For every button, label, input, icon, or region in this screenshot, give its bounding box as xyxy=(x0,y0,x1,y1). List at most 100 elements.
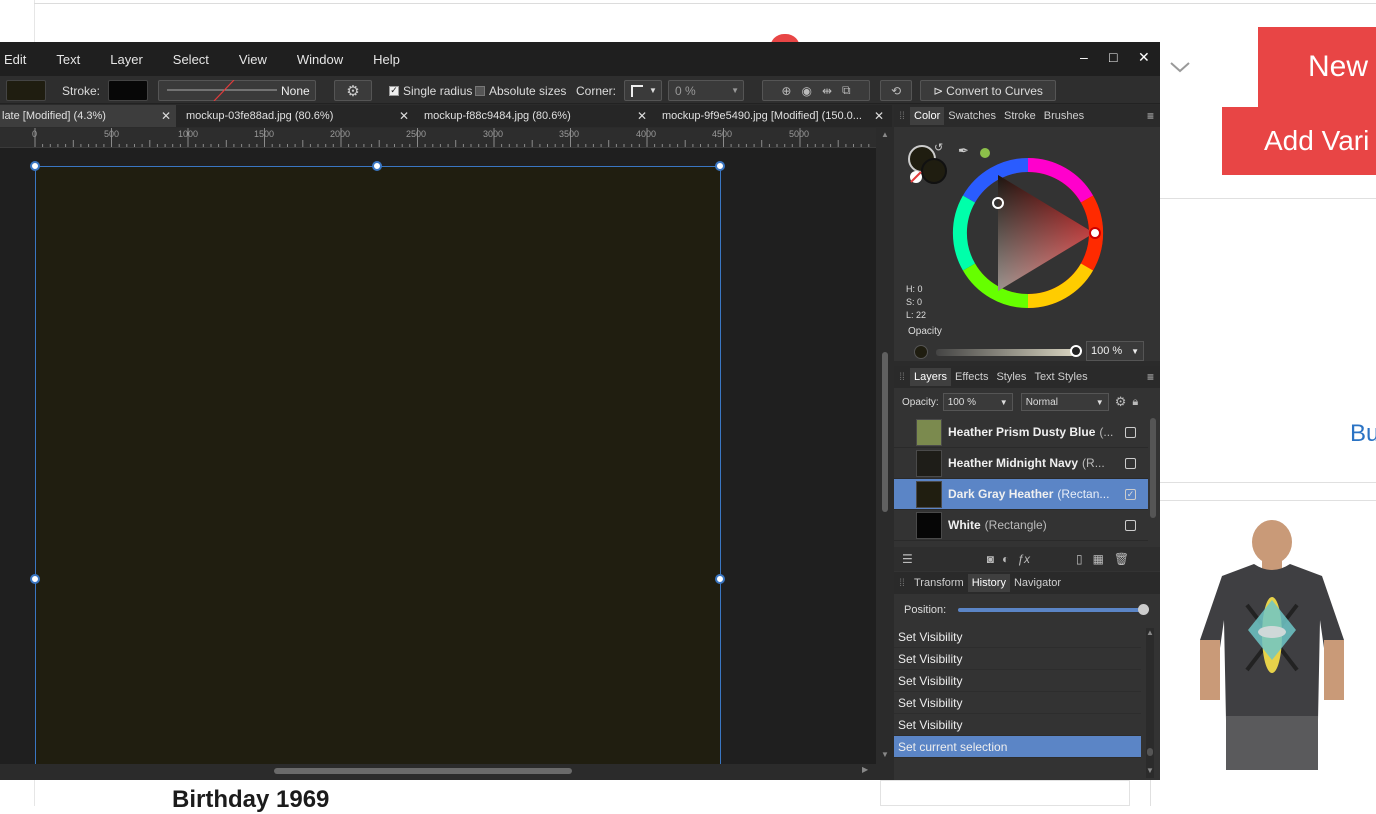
menu-select[interactable]: Select xyxy=(158,52,224,67)
tab-document-4[interactable]: mockup-9f9e5490.jpg [Modified] (150.0... xyxy=(662,105,868,127)
history-position-slider[interactable] xyxy=(958,608,1144,612)
maximize-icon[interactable]: □ xyxy=(1109,49,1117,65)
menu-layer[interactable]: Layer xyxy=(95,52,158,67)
tshirt-product-image[interactable] xyxy=(1192,520,1352,770)
history-entry[interactable]: Set Visibility xyxy=(894,714,1141,736)
grid-icon[interactable]: ▦ xyxy=(1093,552,1104,566)
tab-styles[interactable]: Styles xyxy=(992,368,1030,386)
adjustment-icon[interactable]: ◐ xyxy=(1002,552,1009,566)
panel-menu-icon[interactable]: ≡ xyxy=(1147,109,1154,123)
history-scroll-thumb[interactable] xyxy=(1147,748,1153,756)
document-canvas[interactable] xyxy=(0,148,876,764)
tab-document-1[interactable]: late [Modified] (4.3%) xyxy=(0,105,176,127)
tab-history[interactable]: History xyxy=(967,574,1010,592)
corner-type-dropdown[interactable]: ▼ xyxy=(624,80,662,101)
swap-icon[interactable]: ↺ xyxy=(934,141,943,154)
close-tab-icon[interactable]: ✕ xyxy=(399,109,409,123)
resize-handle[interactable] xyxy=(30,574,40,584)
history-entry[interactable]: Set Visibility xyxy=(894,670,1141,692)
layer-opacity-field[interactable]: 100 % ▼ xyxy=(942,393,1013,411)
history-scrollbar[interactable]: ▲ ▼ xyxy=(1146,628,1154,778)
resize-handle[interactable] xyxy=(30,161,40,171)
single-radius-toggle[interactable]: ✓ Single radius xyxy=(389,80,472,101)
new-button[interactable]: New xyxy=(1258,27,1376,107)
history-slider-knob[interactable] xyxy=(1138,604,1149,615)
product-title[interactable]: Birthday 1969 xyxy=(172,786,329,814)
mask-icon[interactable]: ◙ xyxy=(987,552,994,566)
scroll-down-icon[interactable]: ▼ xyxy=(1146,766,1154,775)
visibility-checkbox[interactable]: ✓ xyxy=(1125,488,1136,500)
history-entry[interactable]: Set Visibility xyxy=(894,692,1141,714)
blend-mode-dropdown[interactable]: Normal ▼ xyxy=(1020,393,1109,411)
opacity-slider-knob[interactable] xyxy=(1070,345,1082,357)
tab-document-3[interactable]: mockup-f88c9484.jpg (80.6%) xyxy=(424,105,624,127)
scroll-down-icon[interactable]: ▼ xyxy=(881,750,889,759)
eye-icon[interactable]: ◉ xyxy=(801,84,811,98)
layer-row[interactable]: Heather Prism Dusty Blue (... xyxy=(894,417,1148,448)
panel-grip-icon[interactable]: ⁞⁞ xyxy=(894,578,910,589)
menu-window[interactable]: Window xyxy=(282,52,358,67)
menu-text[interactable]: Text xyxy=(41,52,95,67)
visibility-checkbox[interactable] xyxy=(1125,426,1136,438)
vertical-scrollbar[interactable]: ▲ ▼ xyxy=(878,128,892,764)
selected-artboard-rectangle[interactable] xyxy=(35,166,721,764)
tab-text-styles[interactable]: Text Styles xyxy=(1030,368,1091,386)
panel-grip-icon[interactable]: ⁞⁞ xyxy=(894,372,910,383)
panel-grip-icon[interactable]: ⁞⁞ xyxy=(894,111,910,122)
opacity-value-field[interactable]: 100 % ▼ xyxy=(1086,341,1144,361)
tab-effects[interactable]: Effects xyxy=(951,368,992,386)
resize-handle[interactable] xyxy=(715,161,725,171)
constraints-icon[interactable]: ⧉ xyxy=(842,83,851,98)
history-entry[interactable]: Set Visibility xyxy=(894,626,1141,648)
add-variant-button[interactable]: Add Vari xyxy=(1222,107,1376,175)
resize-handle[interactable] xyxy=(715,574,725,584)
settings-gear-button[interactable]: ⚙ xyxy=(334,80,372,101)
checkbox-icon[interactable] xyxy=(475,85,485,96)
layer-row-selected[interactable]: Dark Gray Heather (Rectan... ✓ xyxy=(894,479,1148,510)
trash-icon[interactable]: 🗑︎ xyxy=(1114,552,1129,566)
gear-icon[interactable]: ⚙ xyxy=(1115,394,1127,410)
horizontal-ruler[interactable]: 0 500 1000 1500 2000 2500 3000 3500 4000… xyxy=(0,128,876,148)
fx-icon[interactable]: ƒx xyxy=(1017,552,1030,566)
close-tab-icon[interactable]: ✕ xyxy=(161,109,171,123)
tab-stroke[interactable]: Stroke xyxy=(1000,107,1040,125)
target-icon[interactable]: ⊕ xyxy=(781,84,791,98)
distribute-icon[interactable]: ⇹ xyxy=(822,84,832,98)
new-page-icon[interactable]: ▯ xyxy=(1076,552,1083,566)
menu-edit[interactable]: Edit xyxy=(0,52,41,67)
horizontal-scrollbar[interactable]: ▶ xyxy=(0,764,876,778)
absolute-sizes-toggle[interactable]: Absolute sizes xyxy=(475,80,566,101)
menu-view[interactable]: View xyxy=(224,52,282,67)
tab-document-2[interactable]: mockup-03fe88ad.jpg (80.6%) xyxy=(186,105,386,127)
close-tab-icon[interactable]: ✕ xyxy=(874,109,884,123)
scroll-up-icon[interactable]: ▲ xyxy=(881,130,889,139)
opacity-slider[interactable] xyxy=(936,349,1076,356)
fill-swatch[interactable] xyxy=(6,80,46,101)
stroke-style-selector[interactable]: None xyxy=(158,80,316,101)
tab-layers[interactable]: Layers xyxy=(910,368,952,386)
tab-color[interactable]: Color xyxy=(910,107,945,125)
visibility-checkbox[interactable] xyxy=(1125,519,1136,531)
checkbox-icon[interactable]: ✓ xyxy=(389,85,399,96)
panel-menu-icon[interactable]: ≡ xyxy=(1147,370,1154,384)
snapping-button[interactable]: ⟲ xyxy=(880,80,912,101)
layer-stack-icon[interactable]: ☰ xyxy=(902,552,913,566)
horizontal-scroll-thumb[interactable] xyxy=(274,768,572,774)
convert-to-curves-button[interactable]: ⊳ Convert to Curves xyxy=(920,80,1056,101)
close-icon[interactable]: ✕ xyxy=(1138,49,1150,66)
history-entry[interactable]: Set Visibility xyxy=(894,648,1141,670)
fill-stroke-swatch-icon[interactable] xyxy=(906,143,952,187)
vertical-scroll-thumb[interactable] xyxy=(882,352,888,512)
tab-swatches[interactable]: Swatches xyxy=(944,107,1000,125)
visibility-checkbox[interactable] xyxy=(1125,457,1136,469)
color-wheel[interactable] xyxy=(950,155,1106,311)
minimize-icon[interactable]: – xyxy=(1080,49,1088,65)
page-link[interactable]: Bu xyxy=(1350,420,1376,448)
history-entry-selected[interactable]: Set current selection xyxy=(894,736,1141,758)
layer-row[interactable]: White (Rectangle) xyxy=(894,510,1148,541)
tab-brushes[interactable]: Brushes xyxy=(1040,107,1088,125)
menu-help[interactable]: Help xyxy=(358,52,415,67)
scroll-right-icon[interactable]: ▶ xyxy=(862,765,868,774)
layer-row[interactable]: Heather Midnight Navy (R... xyxy=(894,448,1148,479)
corner-value-field[interactable]: 0 % ▼ xyxy=(668,80,744,101)
